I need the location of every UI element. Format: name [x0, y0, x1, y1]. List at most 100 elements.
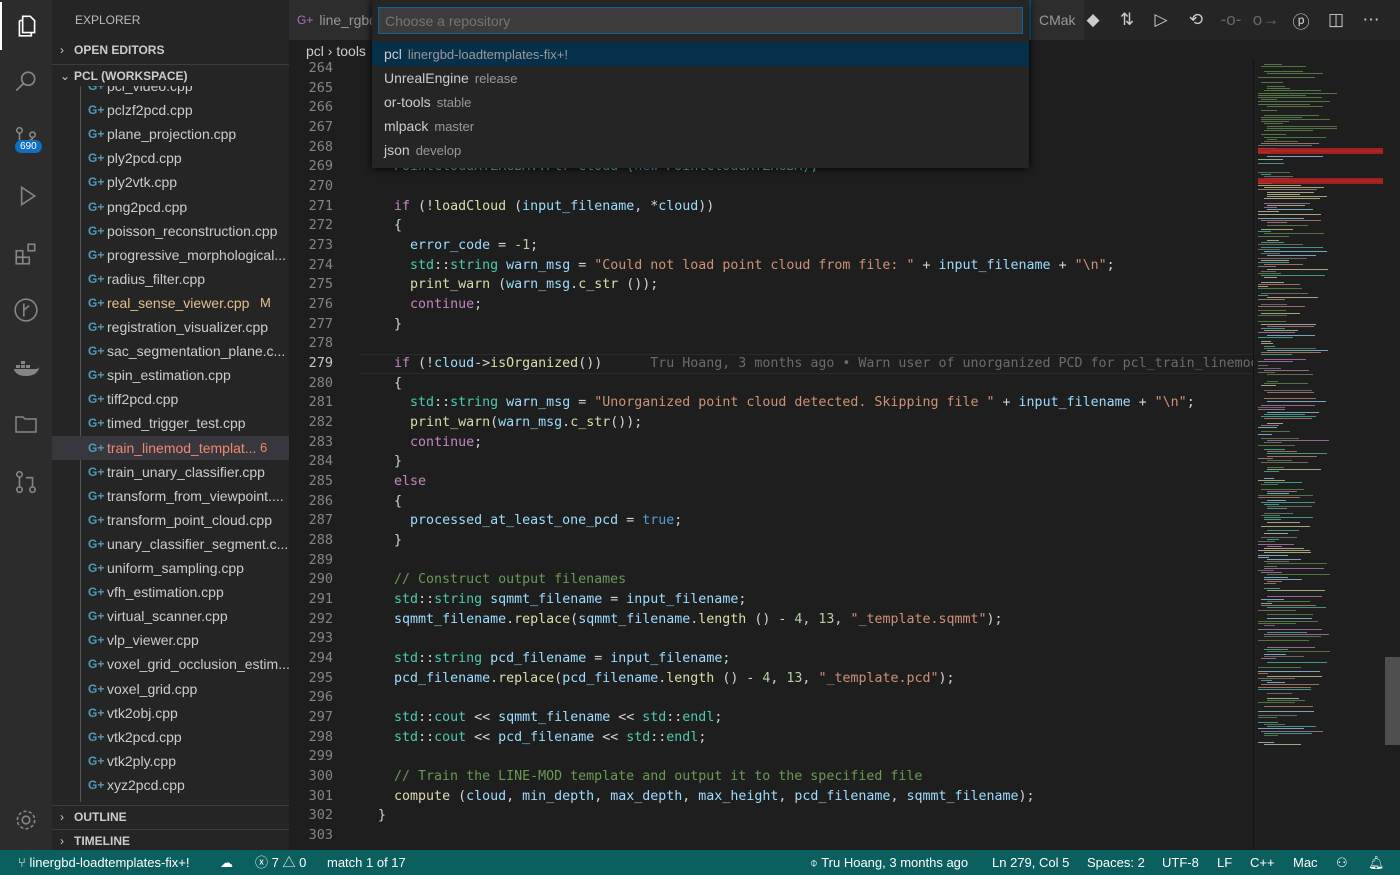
folder-icon[interactable] [0, 400, 52, 448]
pull-requests-icon[interactable] [0, 458, 52, 506]
outline-section[interactable]: ›OUTLINE [52, 805, 289, 827]
code-line[interactable]: error_code = -1; [362, 236, 538, 256]
file-item[interactable]: G+train_unary_classifier.cpp [52, 460, 289, 484]
repository-option[interactable]: jsondevelop [372, 138, 1029, 162]
open-editors-section[interactable]: ›OPEN EDITORS [52, 39, 289, 61]
file-item[interactable]: G+vlp_viewer.cpp [52, 628, 289, 652]
breadcrumb-item[interactable]: pcl [306, 43, 324, 59]
branch-status[interactable]: ⑂ linergbd-loadtemplates-fix+! [18, 850, 190, 875]
code-line[interactable]: std::cout << pcd_filename << std::endl; [362, 728, 706, 748]
docker-icon[interactable] [0, 344, 52, 392]
code-line[interactable]: print_warn (warn_msg.c_str ()); [362, 275, 658, 295]
file-item[interactable]: G+poisson_reconstruction.cpp [52, 219, 289, 243]
file-item[interactable]: G+unary_classifier_segment.c... [52, 532, 289, 556]
code-line[interactable]: std::string warn_msg = "Unorganized poin… [362, 393, 1195, 413]
code-line[interactable]: processed_at_least_one_pcd = true; [362, 511, 682, 531]
code-line[interactable]: } [362, 531, 402, 551]
workspace-section[interactable]: ⌄PCL (WORKSPACE) [52, 64, 289, 86]
file-item[interactable]: G+vtk2obj.cpp [52, 701, 289, 725]
code-line[interactable]: std::cout << sqmmt_filename << std::endl… [362, 708, 722, 728]
file-item[interactable]: G+registration_visualizer.cpp [52, 315, 289, 339]
tab-line-rgbd[interactable]: G+line_rgbd.h [289, 0, 379, 40]
repository-option[interactable]: mlpackmaster [372, 114, 1029, 138]
code-line[interactable]: { [362, 216, 402, 236]
code-line[interactable]: std::string pcd_filename = input_filenam… [362, 649, 730, 669]
code-line[interactable]: { [362, 492, 402, 512]
more-actions-icon[interactable]: ⋯ [1359, 8, 1383, 32]
file-item[interactable]: G+plane_projection.cpp [52, 122, 289, 146]
file-item[interactable]: G+pclzf2pcd.cpp [52, 98, 289, 122]
file-item[interactable]: G+png2pcd.cpp [52, 195, 289, 219]
indentation-status[interactable]: Spaces: 2 [1087, 850, 1145, 875]
file-item[interactable]: G+xyz2pcd.cpp [52, 773, 289, 797]
cursor-position[interactable]: Ln 279, Col 5 [992, 850, 1069, 875]
notifications-bell-icon[interactable]: 🔔︎ [1368, 850, 1385, 875]
settings-gear-icon[interactable] [0, 796, 52, 844]
breadcrumb-item[interactable]: tools [336, 43, 366, 59]
commit-icon[interactable]: -o- [1219, 8, 1243, 32]
source-control-icon[interactable] [0, 114, 52, 162]
code-line[interactable]: // Construct output filenames [362, 570, 626, 590]
file-item[interactable]: G+tiff2pcd.cpp [52, 387, 289, 411]
language-status[interactable]: C++ [1250, 850, 1275, 875]
code-line[interactable]: if (!cloud->isOrganized()) Tru Hoang, 3 … [362, 354, 1253, 374]
git-graph-icon[interactable] [0, 286, 52, 334]
file-item[interactable]: G+real_sense_viewer.cppM [52, 291, 289, 315]
code-line[interactable]: compute (cloud, min_depth, max_depth, ma… [362, 787, 1035, 807]
sync-icon[interactable]: ☁ [220, 850, 233, 875]
code-line[interactable]: } [362, 315, 402, 335]
next-change-icon[interactable]: o→ [1254, 8, 1278, 32]
scrollbar-thumb[interactable] [1385, 657, 1400, 745]
code-line[interactable]: if (!loadCloud (input_filename, *cloud)) [362, 197, 714, 217]
code-line[interactable]: { [362, 374, 402, 394]
code-line[interactable]: } [362, 452, 402, 472]
file-item[interactable]: G+sac_segmentation_plane.c... [52, 339, 289, 363]
file-item[interactable]: G+transform_point_cloud.cpp [52, 508, 289, 532]
file-item[interactable]: G+uniform_sampling.cpp [52, 556, 289, 580]
file-item[interactable]: G+vfh_estimation.cpp [52, 580, 289, 604]
repository-search-input[interactable] [378, 7, 1023, 34]
tab-cmake[interactable]: CMak [1029, 0, 1084, 40]
file-item[interactable]: G+virtual_scanner.cpp [52, 604, 289, 628]
search-icon[interactable] [0, 58, 52, 106]
file-item[interactable]: G+vtk2ply.cpp [52, 749, 289, 773]
encoding-status[interactable]: UTF-8 [1162, 850, 1199, 875]
code-line[interactable]: std::string warn_msg = "Could not load p… [362, 256, 1115, 276]
code-editor[interactable]: 264265266267268269 PointCloudXYZRGBA::Pt… [289, 60, 1253, 850]
file-item[interactable]: G+ply2vtk.cpp [52, 170, 289, 194]
repository-option[interactable]: or-toolsstable [372, 90, 1029, 114]
code-line[interactable]: } [362, 806, 386, 826]
file-item[interactable]: G+voxel_grid.cpp [52, 677, 289, 701]
code-line[interactable]: print_warn(warn_msg.c_str()); [362, 413, 642, 433]
blame-status[interactable]: ⌽ Tru Hoang, 3 months ago [810, 850, 968, 875]
code-line[interactable]: pcd_filename.replace(pcd_filename.length… [362, 669, 955, 689]
code-line[interactable]: std::string sqmmt_filename = input_filen… [362, 590, 746, 610]
explorer-icon[interactable] [0, 2, 52, 50]
run-debug-icon[interactable] [0, 172, 52, 220]
feedback-icon[interactable]: ⚇ [1336, 850, 1348, 875]
previous-change-icon[interactable]: ⟲ [1184, 8, 1208, 32]
problems-status[interactable]: ⓧ 7 △ 0 [255, 850, 306, 875]
file-item[interactable]: G+transform_from_viewpoint.... [52, 484, 289, 508]
file-item[interactable]: G+vtk2pcd.cpp [52, 725, 289, 749]
eol-status[interactable]: LF [1217, 850, 1232, 875]
code-line[interactable]: sqmmt_filename.replace(sqmmt_filename.le… [362, 610, 1003, 630]
git-graph-icon[interactable]: ⓟ [1289, 8, 1313, 32]
file-item[interactable]: G+voxel_grid_occlusion_estim... [52, 652, 289, 676]
file-item[interactable]: G+train_linemod_templat...6 [52, 436, 289, 460]
code-line[interactable]: continue; [362, 433, 482, 453]
code-line[interactable]: else [362, 472, 426, 492]
repository-option[interactable]: pcllinergbd-loadtemplates-fix+! [372, 42, 1029, 66]
platform-status[interactable]: Mac [1293, 850, 1318, 875]
code-line[interactable]: // Train the LINE-MOD template and outpu… [362, 767, 922, 787]
file-item[interactable]: G+radius_filter.cpp [52, 267, 289, 291]
repository-option[interactable]: UnrealEnginerelease [372, 66, 1029, 90]
extensions-icon[interactable] [0, 230, 52, 278]
minimap[interactable] [1253, 60, 1385, 850]
file-item[interactable]: G+ply2pcd.cpp [52, 146, 289, 170]
file-item[interactable]: G+spin_estimation.cpp [52, 363, 289, 387]
compare-changes-icon[interactable]: ⇅ [1115, 8, 1139, 32]
timeline-section[interactable]: ›TIMELINE [52, 829, 289, 851]
run-icon[interactable]: ▷ [1149, 8, 1173, 32]
file-item[interactable]: G+progressive_morphological... [52, 243, 289, 267]
